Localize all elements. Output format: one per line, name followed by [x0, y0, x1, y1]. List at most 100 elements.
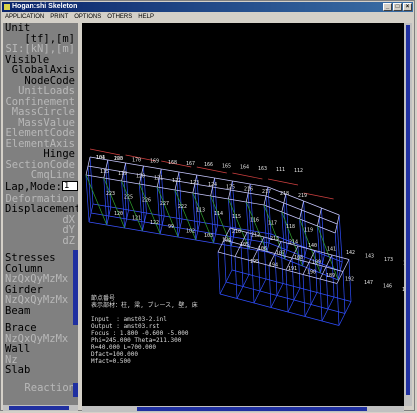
frame-member [336, 214, 340, 225]
frame-member [179, 218, 183, 229]
frame-member [225, 269, 233, 283]
toggle-dy[interactable]: dY [3, 225, 78, 236]
frame-member [143, 165, 162, 170]
node-label: 220 [114, 156, 123, 162]
frame-member [108, 206, 112, 217]
frame-member [259, 278, 267, 292]
menu-help[interactable]: HELP [135, 12, 157, 22]
minimize-button[interactable]: _ [383, 3, 392, 11]
frame-member [293, 299, 312, 305]
3d-model-viewport[interactable]: 104 103 170 169 168 167 166 165 164 163 111 112 115 1… [82, 23, 412, 406]
viewport-vscroll-thumb[interactable] [406, 25, 410, 395]
frame-member [124, 227, 143, 232]
frame-member [265, 278, 284, 284]
frame-member [270, 307, 289, 313]
frame-member [321, 320, 340, 326]
frame-member [282, 283, 301, 289]
caption-members: 表示部材：柱, 梁, ブレース, 壁, 床 [91, 302, 198, 309]
frame-member [90, 203, 94, 214]
frame-member [156, 186, 161, 235]
frame-member [232, 172, 263, 180]
frame-member [253, 302, 272, 308]
node-label: 166 [204, 162, 213, 168]
info-focus: Focus : 1.800 -0.600 -5.000 [91, 330, 189, 337]
frame-member [339, 261, 343, 272]
node-label: 142 [346, 250, 355, 256]
frame-member [336, 283, 340, 326]
node-label: 167 [186, 161, 195, 167]
menu-application[interactable]: APPLICATION [2, 12, 47, 22]
node-label: 191 [288, 266, 297, 272]
frame-member [103, 177, 108, 226]
viewport-hscroll-thumb[interactable] [137, 407, 367, 411]
displacement-label: Displacement [5, 203, 78, 215]
frame-member [159, 224, 163, 235]
node-label: 113 [196, 208, 205, 214]
node-label: 115 [100, 169, 109, 175]
frame-member [251, 260, 255, 304]
frame-member [240, 244, 244, 287]
frame-member [232, 180, 251, 185]
node-label: 143 [365, 254, 374, 260]
toggle-unit-loads[interactable]: UnitLoads [3, 86, 78, 97]
node-label: 190 [307, 270, 316, 276]
toggle-hinge[interactable]: Hinge [3, 149, 78, 160]
frame-member [139, 183, 161, 235]
node-label: 222 [178, 204, 187, 210]
wall-label[interactable]: Wall [3, 344, 78, 355]
menu-print[interactable]: PRINT [47, 12, 71, 22]
beam-label[interactable]: Beam [3, 305, 78, 317]
frame-member [319, 216, 323, 265]
node-label: 108 [294, 255, 303, 261]
brace-label[interactable]: Brace [3, 323, 78, 334]
frame-member [87, 165, 92, 214]
frame-member [321, 308, 329, 322]
toggle-element-code[interactable]: ElementCode [3, 128, 78, 139]
frame-member [303, 192, 334, 200]
frame-member [321, 207, 325, 256]
frame-member [317, 216, 320, 227]
frame-member [160, 233, 179, 238]
toggle-cmq-line[interactable]: CmqLine [3, 170, 78, 181]
toggle-global-axis[interactable]: GlobalAxis [3, 65, 78, 76]
maximize-button[interactable]: □ [393, 3, 402, 11]
info-mfact: Mfact=0.500 [91, 358, 131, 365]
frame-member [214, 177, 233, 182]
close-button[interactable]: × [403, 3, 412, 11]
frame-member [234, 256, 238, 299]
frame-member [270, 295, 278, 308]
column-components[interactable]: NzQxQyMzMx [3, 274, 78, 285]
frame-member [195, 230, 199, 241]
node-label: 218 [280, 191, 289, 197]
viewport-horizontal-scrollbar[interactable] [82, 406, 404, 412]
frame-member [303, 200, 307, 249]
toggle-dz[interactable]: dZ [3, 235, 78, 247]
frame-member [281, 202, 285, 213]
brace-scroll-indicator[interactable] [73, 383, 78, 397]
menu-others[interactable]: OTHERS [104, 12, 135, 22]
toggle-reaction[interactable]: Reaction [3, 382, 78, 394]
frame-member [89, 156, 94, 205]
frame-member [177, 227, 181, 238]
frame-member [85, 174, 90, 223]
lap-mode-input[interactable]: 1 [61, 180, 78, 191]
frame-member [257, 248, 261, 292]
frame-member [107, 159, 112, 208]
frame-member [310, 304, 329, 310]
panel-horizontal-scrollbar[interactable] [3, 405, 78, 411]
frame-member [178, 171, 197, 176]
node-label: 114 [214, 211, 223, 217]
toggle-mass-circle[interactable]: MassCircle [3, 107, 78, 118]
viewport-vertical-scrollbar[interactable] [404, 23, 412, 406]
node-label: 101 [96, 155, 105, 161]
frame-member [336, 223, 341, 272]
unit-si-toggle[interactable]: SI:[kN],[m] [3, 44, 78, 55]
stress-scroll-indicator[interactable] [73, 250, 78, 325]
slab-label[interactable]: Slab [3, 365, 78, 376]
node-label: 169 [150, 159, 159, 165]
caption-node-number: 節点番号 [91, 295, 116, 302]
panel-scroll-thumb[interactable] [9, 406, 69, 410]
node-label: 121 [132, 215, 141, 221]
menu-options[interactable]: OPTIONS [71, 12, 104, 22]
girder-components[interactable]: NzQxQyMzMx [3, 295, 78, 306]
